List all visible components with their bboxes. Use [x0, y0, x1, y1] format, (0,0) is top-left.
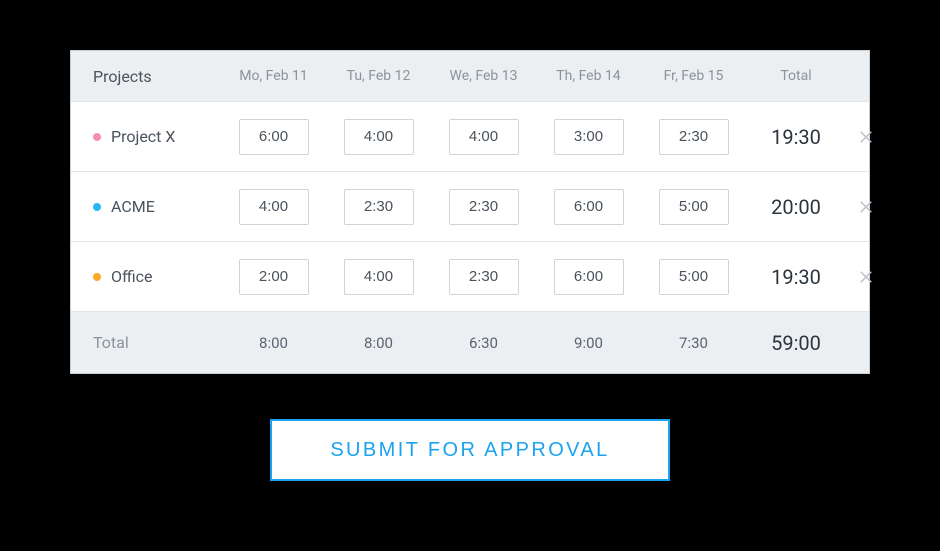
time-input[interactable] — [344, 189, 414, 225]
project-cell: ACME — [71, 197, 221, 216]
project-name: Office — [111, 267, 153, 286]
time-input[interactable] — [449, 119, 519, 155]
time-input[interactable] — [554, 259, 624, 295]
header-total-label: Total — [746, 68, 846, 84]
submit-for-approval-button[interactable]: SUBMIT FOR APPROVAL — [270, 419, 670, 481]
timesheet-header-row: Projects Mo, Feb 11 Tu, Feb 12 We, Feb 1… — [71, 51, 869, 101]
footer-day-total-1: 8:00 — [326, 334, 431, 352]
timesheet-row: Office 19:30 — [71, 241, 869, 311]
project-color-dot — [93, 133, 101, 141]
project-color-dot — [93, 273, 101, 281]
header-day-0: Mo, Feb 11 — [221, 68, 326, 84]
header-day-4: Fr, Feb 15 — [641, 68, 746, 84]
time-input[interactable] — [449, 189, 519, 225]
footer-day-total-0: 8:00 — [221, 334, 326, 352]
remove-row-icon[interactable] — [857, 268, 875, 286]
footer-total-label: Total — [71, 333, 221, 352]
time-input[interactable] — [659, 259, 729, 295]
timesheet-footer-row: Total 8:00 8:00 6:30 9:00 7:30 59:00 — [71, 311, 869, 373]
footer-day-total-4: 7:30 — [641, 334, 746, 352]
row-total: 20:00 — [746, 195, 846, 219]
time-input[interactable] — [239, 259, 309, 295]
footer-day-total-2: 6:30 — [431, 334, 536, 352]
header-day-1: Tu, Feb 12 — [326, 68, 431, 84]
header-projects-label: Projects — [71, 67, 221, 86]
remove-row-icon[interactable] — [857, 128, 875, 146]
timesheet-row: Project X 19:30 — [71, 101, 869, 171]
project-cell: Office — [71, 267, 221, 286]
project-name: ACME — [111, 197, 155, 216]
time-input[interactable] — [449, 259, 519, 295]
time-input[interactable] — [344, 259, 414, 295]
project-color-dot — [93, 203, 101, 211]
row-total: 19:30 — [746, 265, 846, 289]
footer-grand-total: 59:00 — [746, 331, 846, 355]
project-name: Project X — [111, 127, 175, 146]
timesheet-card: Projects Mo, Feb 11 Tu, Feb 12 We, Feb 1… — [70, 50, 870, 374]
project-cell: Project X — [71, 127, 221, 146]
time-input[interactable] — [659, 119, 729, 155]
header-day-2: We, Feb 13 — [431, 68, 536, 84]
timesheet-row: ACME 20:00 — [71, 171, 869, 241]
remove-row-icon[interactable] — [857, 198, 875, 216]
footer-day-total-3: 9:00 — [536, 334, 641, 352]
time-input[interactable] — [239, 189, 309, 225]
time-input[interactable] — [554, 189, 624, 225]
row-total: 19:30 — [746, 125, 846, 149]
time-input[interactable] — [659, 189, 729, 225]
time-input[interactable] — [344, 119, 414, 155]
header-day-3: Th, Feb 14 — [536, 68, 641, 84]
time-input[interactable] — [554, 119, 624, 155]
time-input[interactable] — [239, 119, 309, 155]
